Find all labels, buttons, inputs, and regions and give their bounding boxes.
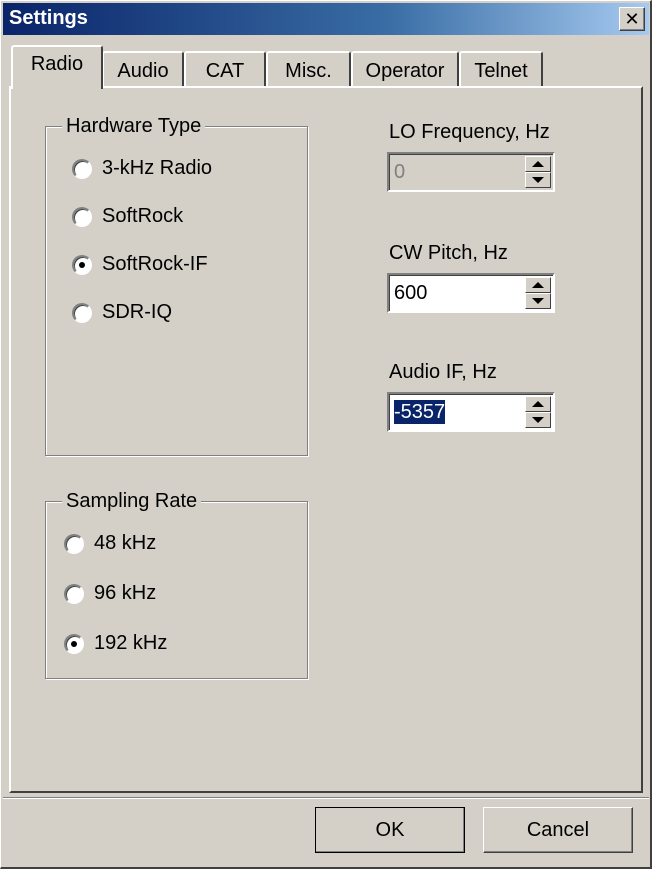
radio-softrock[interactable]: SoftRock [72,205,183,228]
tab-label: Radio [30,52,84,75]
arrow-down-icon [532,298,544,304]
radio-label: SDR-IQ [102,301,172,323]
radio-sdr-iq[interactable]: SDR-IQ [72,301,172,324]
radio-48khz[interactable]: 48 kHz [64,532,156,555]
divider [3,797,649,799]
tab-operator[interactable]: Operator [351,51,459,87]
hardware-type-title: Hardware Type [62,114,206,138]
radio-softrock-if[interactable]: SoftRock-IF [72,253,208,276]
tab-audio[interactable]: Audio [102,51,184,87]
arrow-up-icon [532,282,544,288]
arrow-down-icon [532,417,544,423]
audio-if-value[interactable]: -5357 [394,400,446,424]
spin-down-button[interactable] [525,293,551,309]
sampling-rate-title: Sampling Rate [62,489,202,513]
tab-label: Misc. [285,59,332,82]
tab-telnet[interactable]: Telnet [459,51,543,87]
window-title: Settings [9,7,88,29]
tab-label: Operator [365,59,445,82]
close-icon: ✕ [624,9,640,29]
tab-label: Telnet [474,59,528,82]
tab-label: Audio [117,59,169,82]
tab-cat[interactable]: CAT [184,51,266,87]
spin-down-button [525,172,551,188]
radio-label: SoftRock-IF [102,253,208,275]
sampling-rate-group: Sampling Rate 48 kHz 96 kHz 192 kHz [45,489,308,679]
radio-label: 96 kHz [94,582,157,604]
arrow-down-icon [532,177,544,183]
radio-192khz[interactable]: 192 kHz [64,632,167,655]
lo-frequency-label: LO Frequency, Hz [389,121,550,143]
radio-button-icon[interactable] [72,158,92,179]
cancel-button[interactable]: Cancel [483,807,633,853]
cw-pitch-label: CW Pitch, Hz [389,242,508,264]
tab-radio[interactable]: Radio [11,45,103,89]
radio-3khz-radio[interactable]: 3-kHz Radio [72,157,212,180]
radio-label: 192 kHz [94,632,168,654]
hardware-type-group: Hardware Type 3-kHz Radio SoftRock SoftR… [45,114,308,456]
cw-pitch-value[interactable]: 600 [394,281,427,305]
radio-button-checked-icon[interactable] [64,633,84,654]
radio-button-icon[interactable] [64,583,84,604]
tab-label: CAT [205,59,245,82]
spin-buttons [525,396,551,428]
spin-up-button [525,156,551,172]
spin-up-button[interactable] [525,277,551,293]
ok-button-label: OK [375,818,405,841]
settings-window: Settings ✕ Radio Audio CAT Misc. Operato… [0,0,652,869]
spin-buttons [525,277,551,309]
audio-if-label: Audio IF, Hz [389,361,497,383]
radio-label: 3-kHz Radio [102,157,213,179]
ok-button[interactable]: OK [315,807,465,853]
audio-if-spinner[interactable]: -5357 [387,392,555,432]
title-bar[interactable]: Settings ✕ [3,3,649,35]
arrow-up-icon [532,401,544,407]
radio-96khz[interactable]: 96 kHz [64,582,156,605]
cw-pitch-spinner[interactable]: 600 [387,273,555,313]
radio-label: SoftRock [102,205,184,227]
radio-button-icon[interactable] [72,206,92,227]
spin-up-button[interactable] [525,396,551,412]
radio-button-icon[interactable] [72,302,92,323]
lo-frequency-spinner: 0 [387,152,555,192]
spin-down-button[interactable] [525,412,551,428]
radio-button-icon[interactable] [64,533,84,554]
cancel-button-label: Cancel [526,818,590,841]
arrow-up-icon [532,161,544,167]
tab-misc[interactable]: Misc. [266,51,351,87]
radio-button-checked-icon[interactable] [72,254,92,275]
spin-buttons [525,156,551,188]
close-button[interactable]: ✕ [619,7,645,31]
radio-label: 48 kHz [94,532,157,554]
lo-frequency-value: 0 [394,161,406,183]
